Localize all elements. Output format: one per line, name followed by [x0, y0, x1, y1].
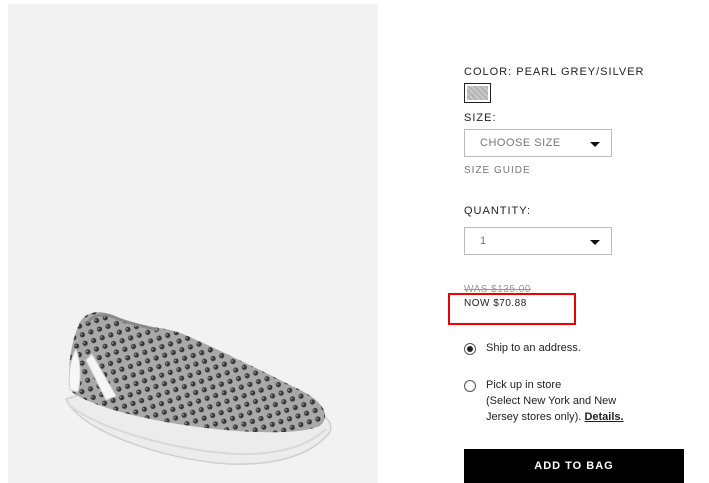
price-highlight-box	[448, 293, 576, 325]
chevron-down-icon	[590, 142, 600, 147]
chevron-down-icon	[590, 240, 600, 245]
product-image[interactable]	[8, 4, 378, 483]
pick-up-line2: (Select New York and New	[486, 395, 617, 407]
sneaker-illustration	[65, 312, 332, 465]
pick-up-in-store-label: Pick up in store (Select New York and Ne…	[486, 377, 624, 425]
color-swatch-pearl-grey[interactable]	[464, 83, 491, 103]
size-select[interactable]: CHOOSE SIZE	[464, 129, 612, 157]
pick-up-in-store-radio[interactable]	[464, 380, 476, 392]
quantity-label: QUANTITY:	[464, 205, 532, 217]
ship-to-address-radio[interactable]	[464, 343, 476, 355]
pick-up-line1: Pick up in store	[486, 379, 562, 391]
color-label: COLOR: PEARL GREY/SILVER	[464, 66, 645, 78]
pick-up-line3: Jersey stores only).	[486, 411, 582, 423]
size-label: SIZE:	[464, 112, 497, 124]
add-to-bag-button[interactable]: ADD TO BAG	[464, 449, 684, 483]
quantity-select-value: 1	[480, 235, 487, 247]
size-select-value: CHOOSE SIZE	[480, 137, 561, 149]
quantity-select[interactable]: 1	[464, 227, 612, 255]
ship-to-address-label: Ship to an address.	[486, 342, 581, 354]
details-link[interactable]: Details.	[584, 411, 623, 423]
size-guide-link[interactable]: SIZE GUIDE	[464, 165, 531, 176]
